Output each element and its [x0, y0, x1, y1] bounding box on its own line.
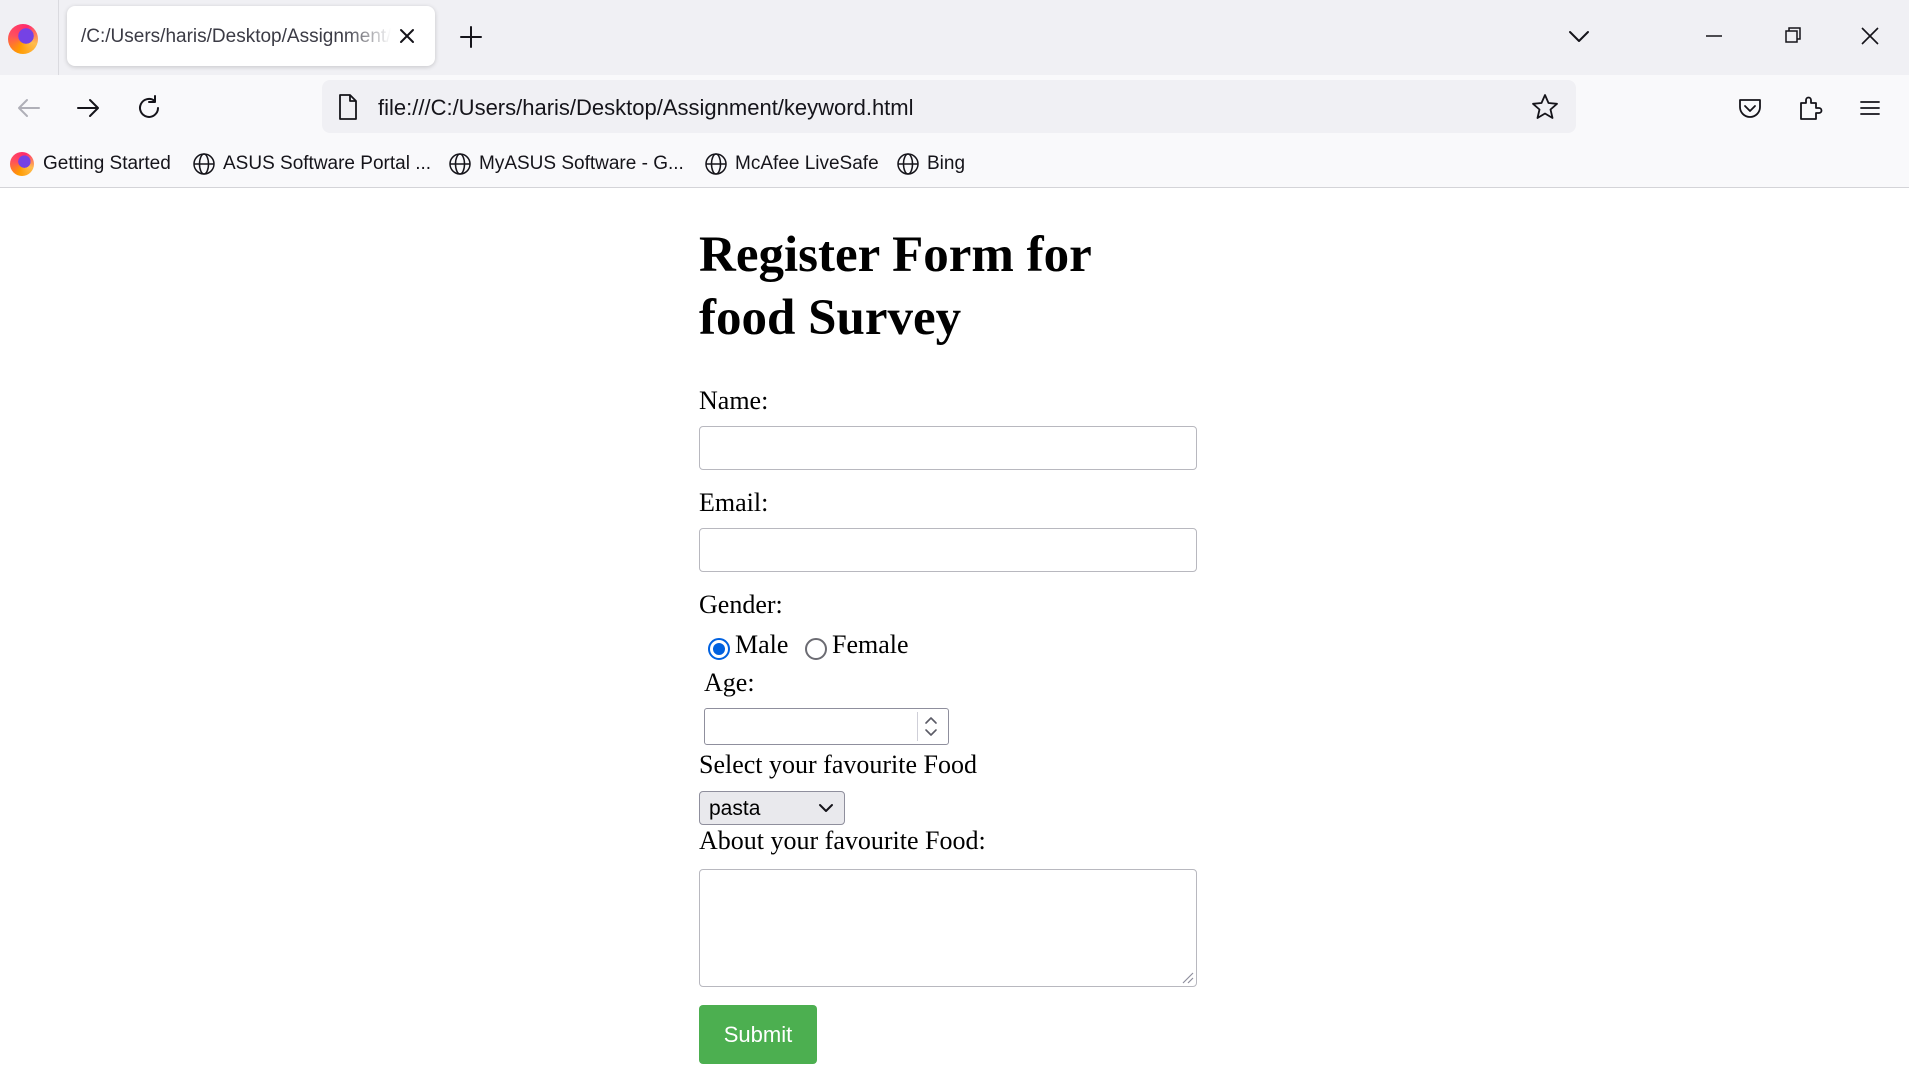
number-spinner-icon[interactable] [917, 712, 944, 741]
bookmark-label: MyASUS Software - G... [479, 153, 684, 174]
resize-grip-icon[interactable] [1180, 970, 1194, 984]
bookmark-getting-started[interactable]: Getting Started [10, 150, 171, 178]
globe-icon [897, 153, 919, 175]
navigation-toolbar: file:///C:/Users/haris/Desktop/Assignmen… [0, 75, 1909, 140]
tab-strip: /C:/Users/haris/Desktop/Assignment/keywo… [0, 0, 1909, 75]
page-title: Register Form for food Survey [699, 227, 1091, 346]
email-input[interactable] [699, 528, 1197, 572]
extensions-puzzle-icon[interactable] [1795, 93, 1825, 123]
submit-button[interactable]: Submit [699, 1005, 817, 1064]
forward-arrow-icon[interactable] [73, 93, 103, 123]
page-document-icon [339, 94, 357, 120]
food-select-label: Select your favourite Food [699, 750, 977, 779]
bookmark-bing[interactable]: Bing [896, 150, 965, 178]
reload-icon[interactable] [134, 93, 164, 123]
new-tab-icon[interactable] [458, 24, 484, 50]
globe-icon [449, 153, 471, 175]
globe-icon [705, 153, 727, 175]
food-selected-value: pasta [709, 797, 761, 820]
age-label: Age: [704, 668, 755, 697]
bookmark-label: Getting Started [43, 153, 171, 174]
about-food-label: About your favourite Food: [699, 826, 986, 855]
email-label: Email: [699, 488, 769, 517]
close-tab-icon[interactable] [395, 24, 419, 48]
about-food-textarea[interactable] [699, 869, 1197, 987]
bookmarks-toolbar: Getting Started ASUS Software Portal ...… [0, 140, 1909, 188]
gender-label: Gender: [699, 590, 783, 619]
bookmark-label: ASUS Software Portal ... [223, 153, 432, 174]
favourite-food-select[interactable]: pasta [699, 791, 845, 825]
globe-icon [193, 153, 215, 175]
pocket-icon[interactable] [1735, 93, 1765, 123]
restore-window-icon[interactable] [1779, 24, 1807, 48]
age-number-input[interactable] [704, 708, 949, 745]
back-arrow-icon[interactable] [14, 93, 44, 123]
browser-tab[interactable]: /C:/Users/haris/Desktop/Assignment/keywo… [67, 6, 435, 66]
gender-male-radio[interactable] [708, 638, 730, 660]
gender-male-label: Male [735, 630, 789, 659]
list-all-tabs-chevron-icon[interactable] [1565, 24, 1593, 48]
firefox-icon [10, 152, 34, 176]
address-bar[interactable]: file:///C:/Users/haris/Desktop/Assignmen… [322, 80, 1576, 133]
bookmark-myasus-software[interactable]: MyASUS Software - G... [448, 150, 684, 178]
bookmark-asus-software-portal[interactable]: ASUS Software Portal ... [192, 150, 431, 178]
firefox-menu-icon[interactable] [8, 24, 38, 54]
menu-hamburger-icon[interactable] [1855, 93, 1885, 123]
bookmark-label: McAfee LiveSafe [735, 153, 879, 174]
close-window-icon[interactable] [1856, 22, 1884, 50]
page-content: Register Form for food Survey Name: Emai… [0, 188, 1909, 1080]
name-label: Name: [699, 386, 769, 415]
tab-separator [58, 0, 59, 75]
gender-female-radio[interactable] [805, 638, 827, 660]
name-input[interactable] [699, 426, 1197, 470]
bookmark-mcafee-livesafe[interactable]: McAfee LiveSafe [704, 150, 879, 178]
bookmark-star-icon[interactable] [1530, 92, 1560, 122]
chevron-down-icon [819, 804, 833, 812]
bookmark-label: Bing [927, 153, 966, 174]
url-text[interactable]: file:///C:/Users/haris/Desktop/Assignmen… [378, 95, 914, 121]
minimize-window-icon[interactable] [1700, 24, 1728, 48]
gender-female-label: Female [832, 630, 909, 659]
tab-title: /C:/Users/haris/Desktop/Assignment/keywo… [81, 26, 391, 47]
